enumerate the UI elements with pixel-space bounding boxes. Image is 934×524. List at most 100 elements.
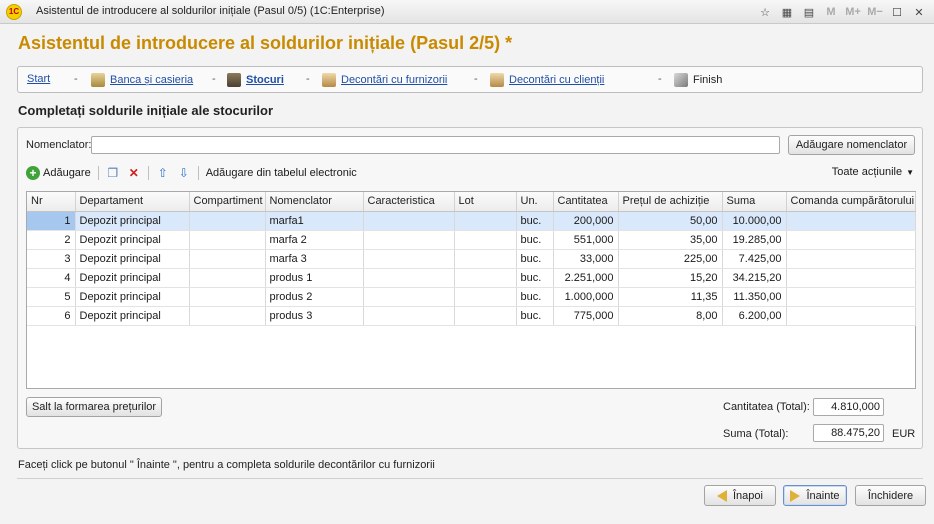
- memory-minus-button[interactable]: M−: [866, 3, 884, 21]
- next-button[interactable]: Înainte: [783, 485, 847, 506]
- table-cell[interactable]: 33,000: [553, 249, 619, 269]
- table-cell[interactable]: produs 3: [265, 306, 364, 326]
- table-cell[interactable]: [786, 230, 916, 250]
- table-cell[interactable]: Depozit principal: [75, 249, 190, 269]
- column-header[interactable]: Prețul de achiziție: [618, 192, 723, 212]
- table-cell[interactable]: 50,00: [618, 211, 723, 231]
- table-cell[interactable]: 5: [27, 287, 76, 307]
- calculator-icon[interactable]: ▦: [778, 3, 796, 21]
- memory-button[interactable]: M: [822, 3, 840, 21]
- close-button[interactable]: Închidere: [855, 485, 926, 506]
- step-bank[interactable]: Banca și casieria: [91, 73, 193, 87]
- column-header[interactable]: Departament: [75, 192, 190, 212]
- step-start[interactable]: Start: [27, 73, 50, 85]
- memory-plus-button[interactable]: M+: [844, 3, 862, 21]
- table-cell[interactable]: 6: [27, 306, 76, 326]
- table-cell[interactable]: produs 1: [265, 268, 364, 288]
- move-up-icon[interactable]: ⇧: [156, 166, 170, 180]
- table-cell[interactable]: 4: [27, 268, 76, 288]
- column-header[interactable]: Caracteristica: [363, 192, 455, 212]
- table-cell[interactable]: marfa 2: [265, 230, 364, 250]
- step-label[interactable]: Decontări cu furnizorii: [341, 74, 447, 86]
- table-cell[interactable]: 2.251,000: [553, 268, 619, 288]
- column-header[interactable]: Lot: [454, 192, 517, 212]
- table-cell[interactable]: 11.350,00: [722, 287, 787, 307]
- table-cell[interactable]: [454, 211, 517, 231]
- column-header[interactable]: Un.: [516, 192, 554, 212]
- add-button[interactable]: + Adăugare: [26, 166, 91, 180]
- column-header[interactable]: Cantitatea: [553, 192, 619, 212]
- table-cell[interactable]: 3: [27, 249, 76, 269]
- table-cell[interactable]: [189, 230, 266, 250]
- move-down-icon[interactable]: ⇩: [177, 166, 191, 180]
- column-header[interactable]: Comanda cumpărătorului: [786, 192, 916, 212]
- table-cell[interactable]: Depozit principal: [75, 268, 190, 288]
- step-clients[interactable]: Decontări cu clienții: [490, 73, 604, 87]
- table-row[interactable]: 4 Depozit principal produs 1 buc. 2.251,000 1…: [27, 268, 916, 288]
- table-cell[interactable]: [189, 211, 266, 231]
- table-cell[interactable]: [454, 306, 517, 326]
- column-header[interactable]: Suma: [722, 192, 787, 212]
- table-cell[interactable]: [786, 268, 916, 288]
- step-finish[interactable]: Finish: [674, 73, 722, 87]
- table-cell[interactable]: [189, 306, 266, 326]
- table-cell[interactable]: [363, 268, 455, 288]
- table-cell[interactable]: 7.425,00: [722, 249, 787, 269]
- table-cell[interactable]: buc.: [516, 230, 554, 250]
- table-cell[interactable]: buc.: [516, 211, 554, 231]
- table-row[interactable]: 3 Depozit principal marfa 3 buc. 33,000 225,0…: [27, 249, 916, 269]
- step-label[interactable]: Stocuri: [246, 74, 284, 86]
- table-cell[interactable]: 34.215,20: [722, 268, 787, 288]
- table-cell[interactable]: 35,00: [618, 230, 723, 250]
- table-cell[interactable]: 19.285,00: [722, 230, 787, 250]
- column-header[interactable]: Nomenclator: [265, 192, 364, 212]
- price-formation-button[interactable]: Salt la formarea prețurilor: [26, 397, 162, 417]
- table-cell[interactable]: 2: [27, 230, 76, 250]
- table-cell[interactable]: Depozit principal: [75, 230, 190, 250]
- table-cell[interactable]: [189, 268, 266, 288]
- table-cell[interactable]: 10.000,00: [722, 211, 787, 231]
- table-cell[interactable]: buc.: [516, 268, 554, 288]
- table-cell[interactable]: [454, 230, 517, 250]
- table-cell[interactable]: Depozit principal: [75, 211, 190, 231]
- table-cell[interactable]: [363, 249, 455, 269]
- favorites-icon[interactable]: ☆: [756, 3, 774, 21]
- column-header[interactable]: Compartiment: [189, 192, 266, 212]
- table-row[interactable]: 5 Depozit principal produs 2 buc. 1.000,000 1…: [27, 287, 916, 307]
- table-cell[interactable]: buc.: [516, 287, 554, 307]
- nomenclator-input[interactable]: [91, 136, 780, 154]
- step-label[interactable]: Banca și casieria: [110, 74, 193, 86]
- table-cell[interactable]: 11,35: [618, 287, 723, 307]
- table-cell[interactable]: buc.: [516, 306, 554, 326]
- table-cell[interactable]: buc.: [516, 249, 554, 269]
- step-stocks[interactable]: Stocuri: [227, 73, 284, 87]
- close-icon[interactable]: ✕: [910, 3, 928, 21]
- copy-row-icon[interactable]: ❐: [106, 166, 120, 180]
- table-cell[interactable]: 6.200,00: [722, 306, 787, 326]
- table-cell[interactable]: 1: [27, 211, 76, 231]
- step-suppliers[interactable]: Decontări cu furnizorii: [322, 73, 447, 87]
- restore-icon[interactable]: ☐: [888, 3, 906, 21]
- table-cell[interactable]: [454, 268, 517, 288]
- delete-icon[interactable]: ✕: [127, 166, 141, 180]
- table-cell[interactable]: 225,00: [618, 249, 723, 269]
- table-cell[interactable]: 15,20: [618, 268, 723, 288]
- table-cell[interactable]: 775,000: [553, 306, 619, 326]
- table-cell[interactable]: 1.000,000: [553, 287, 619, 307]
- back-button[interactable]: Înapoi: [704, 485, 776, 506]
- add-nomenclator-button[interactable]: Adăugare nomenclator: [788, 135, 915, 155]
- table-cell[interactable]: marfa 3: [265, 249, 364, 269]
- column-header[interactable]: Nr: [27, 192, 76, 212]
- table-cell[interactable]: [363, 230, 455, 250]
- table-cell[interactable]: [363, 306, 455, 326]
- table-cell[interactable]: marfa1: [265, 211, 364, 231]
- table-cell[interactable]: [786, 306, 916, 326]
- all-actions-menu[interactable]: Toate acțiunile ▼: [832, 166, 914, 178]
- table-cell[interactable]: Depozit principal: [75, 287, 190, 307]
- add-from-spreadsheet-button[interactable]: Adăugare din tabelul electronic: [206, 167, 357, 179]
- table-cell[interactable]: 8,00: [618, 306, 723, 326]
- table-row[interactable]: 1 Depozit principal marfa1 buc. 200,000 50,00…: [27, 211, 916, 231]
- step-label[interactable]: Start: [27, 73, 50, 85]
- table-cell[interactable]: [363, 287, 455, 307]
- step-label[interactable]: Decontări cu clienții: [509, 74, 604, 86]
